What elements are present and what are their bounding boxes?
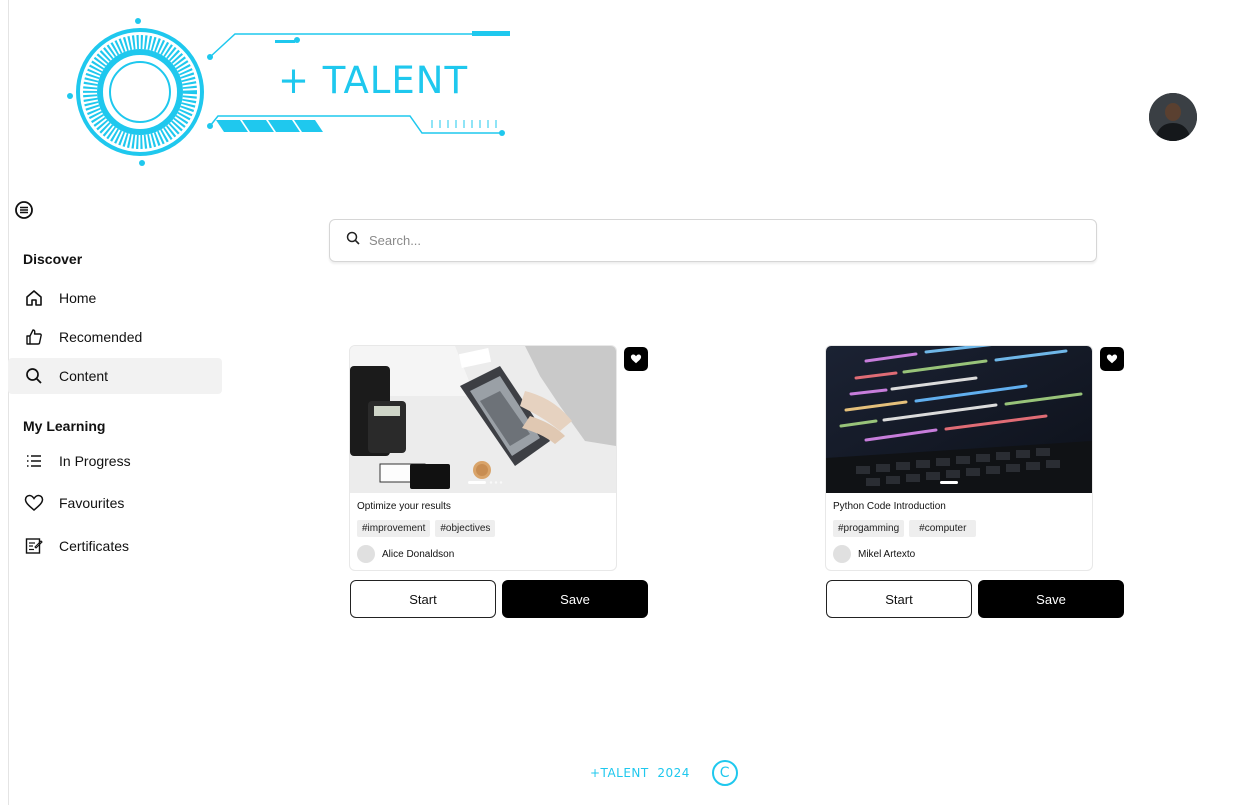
favorite-button[interactable] <box>624 347 648 371</box>
footer-text: +TALENT 2024 <box>590 766 690 780</box>
course-card[interactable]: Python Code Introduction #progamming #co… <box>825 345 1093 571</box>
sidebar-item-label: Favourites <box>59 495 125 511</box>
favorite-button[interactable] <box>1100 347 1124 371</box>
sidebar-item-recomended[interactable]: Recomended <box>8 319 222 355</box>
left-border <box>8 0 9 805</box>
tag-list: #improvement #objectives <box>357 520 496 537</box>
sidebar-item-in-progress[interactable]: In Progress <box>8 443 222 479</box>
menu-circle-icon[interactable] <box>14 200 34 220</box>
search-bar[interactable] <box>329 219 1097 262</box>
sidebar-item-certificates[interactable]: Certificates <box>8 528 222 564</box>
section-title-discover: Discover <box>23 251 83 267</box>
tag-list: #progamming #computer <box>833 520 977 537</box>
sidebar-item-label: Home <box>59 290 97 306</box>
author: Alice Donaldson <box>357 545 454 563</box>
user-avatar-image <box>1149 93 1197 141</box>
start-button[interactable]: Start <box>350 580 496 618</box>
certificate-icon <box>24 536 44 556</box>
copyright-symbol: C <box>719 765 731 781</box>
save-button[interactable]: Save <box>502 580 648 618</box>
save-button[interactable]: Save <box>978 580 1124 618</box>
sidebar-item-home[interactable]: Home <box>8 280 222 316</box>
author-avatar <box>357 545 375 563</box>
course-title: Optimize your results <box>357 501 451 512</box>
author-name: Alice Donaldson <box>382 548 455 560</box>
author: Mikel Artexto <box>833 545 915 563</box>
footer: +TALENT 2024 C <box>590 760 738 786</box>
search-input[interactable] <box>369 233 1049 248</box>
sidebar-item-content[interactable]: Content <box>8 358 222 394</box>
home-icon <box>24 288 44 308</box>
author-name: Mikel Artexto <box>858 548 916 560</box>
course-card[interactable]: Optimize your results #improvement #obje… <box>349 345 617 571</box>
tag[interactable]: #improvement <box>357 520 431 537</box>
user-avatar[interactable] <box>1149 93 1197 141</box>
search-icon <box>346 231 360 250</box>
brand-logo: + TALENT <box>60 12 520 172</box>
copyright-icon: C <box>711 760 738 786</box>
sidebar-item-favourites[interactable]: Favourites <box>8 485 222 521</box>
course-thumbnail <box>350 346 616 493</box>
course-title: Python Code Introduction <box>833 501 946 512</box>
search-icon <box>24 366 44 386</box>
sidebar-item-label: In Progress <box>59 453 131 469</box>
tag[interactable]: #progamming <box>833 520 905 537</box>
tag[interactable]: #objectives <box>435 520 496 537</box>
sidebar-item-label: Recomended <box>59 329 143 345</box>
course-thumbnail <box>826 346 1092 493</box>
heart-icon <box>1106 354 1118 364</box>
author-avatar <box>833 545 851 563</box>
heart-icon <box>24 493 44 513</box>
section-title-my-learning: My Learning <box>23 418 106 434</box>
logo-text: + TALENT <box>278 59 469 102</box>
sidebar-item-label: Certificates <box>59 538 130 554</box>
start-button[interactable]: Start <box>826 580 972 618</box>
list-icon <box>24 451 44 471</box>
thumbs-up-icon <box>24 327 44 347</box>
tag[interactable]: #computer <box>909 520 977 537</box>
sidebar-item-label: Content <box>59 368 109 384</box>
heart-icon <box>630 354 642 364</box>
